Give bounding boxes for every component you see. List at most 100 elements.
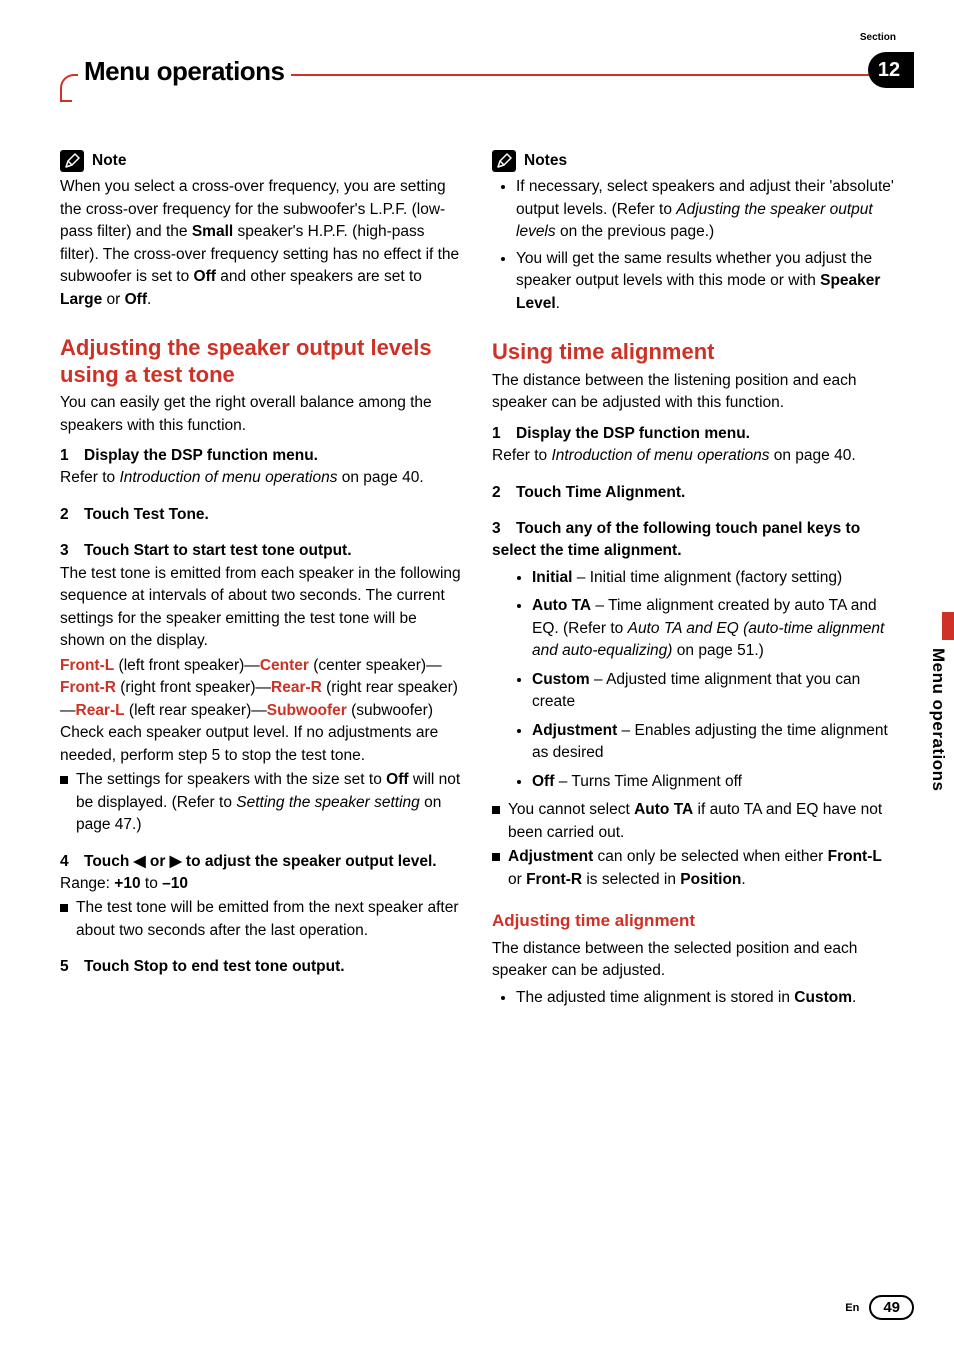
section-number-badge: 12 — [868, 52, 914, 88]
text: – Turns Time Alignment off — [554, 773, 742, 790]
step-title: Display the DSP function menu. — [84, 447, 318, 464]
step-number: 4 — [60, 851, 84, 873]
notes-header: Notes — [492, 150, 894, 172]
section-label: Section — [860, 32, 896, 43]
manual-page: Menu operations Section 12 Note When you… — [0, 0, 954, 1352]
page-header: Menu operations Section 12 — [60, 40, 894, 100]
step-body: The test tone is emitted from each speak… — [60, 563, 462, 653]
list-item: Off – Turns Time Alignment off — [532, 771, 894, 793]
text: to — [141, 875, 163, 892]
note-bullet: Adjustment can only be selected when eit… — [492, 846, 894, 891]
step-2: 2Touch Time Alignment. — [492, 482, 894, 504]
text: . — [147, 291, 151, 308]
left-arrow-icon: ◀ — [134, 853, 146, 870]
step-title: Touch Stop to end test tone output. — [84, 958, 345, 975]
text-bold: –10 — [162, 875, 188, 892]
step-body: Refer to Introduction of menu operations… — [492, 445, 894, 467]
step-number: 3 — [60, 540, 84, 562]
text-italic: Introduction of menu operations — [119, 469, 337, 486]
pencil-icon — [492, 150, 516, 172]
content-columns: Note When you select a cross-over freque… — [60, 150, 894, 1013]
square-bullet-icon — [60, 904, 68, 912]
option-name: Off — [532, 773, 554, 790]
text-bold: Small — [192, 223, 233, 240]
seq-subwoofer: Subwoofer — [267, 702, 347, 719]
step-number: 1 — [60, 445, 84, 467]
text: or — [102, 291, 124, 308]
step-title: Touch Time Alignment. — [516, 484, 685, 501]
seq-front-r: Front-R — [60, 679, 116, 696]
side-tab: Menu operations — [922, 640, 954, 860]
text: (right front speaker)— — [116, 679, 271, 696]
seq-rear-l: Rear-L — [76, 702, 125, 719]
option-name: Initial — [532, 569, 572, 586]
step-title: Touch Test Tone. — [84, 506, 209, 523]
heading-adjusting-output: Adjusting the speaker output levels usin… — [60, 335, 462, 388]
square-bullet-icon — [492, 853, 500, 861]
text: The settings for speakers with the size … — [76, 771, 386, 788]
lang-label: En — [845, 1302, 859, 1314]
step-3: 3Touch Start to start test tone output. … — [60, 540, 462, 836]
text: (left front speaker)— — [114, 657, 260, 674]
list-item: The adjusted time alignment is stored in… — [516, 987, 894, 1009]
list-item: If necessary, select speakers and adjust… — [516, 176, 894, 243]
note-header: Note — [60, 150, 462, 172]
notes-list: If necessary, select speakers and adjust… — [492, 176, 894, 315]
step-1: 1Display the DSP function menu. Refer to… — [492, 423, 894, 468]
tab-accent — [942, 612, 954, 640]
text-italic: Setting the speaker setting — [236, 794, 420, 811]
step-title: Display the DSP function menu. — [516, 425, 750, 442]
heading-time-alignment: Using time alignment — [492, 339, 894, 365]
page-footer: En 49 — [845, 1295, 914, 1320]
text-bold: Position — [680, 871, 741, 888]
right-column: Notes If necessary, select speakers and … — [492, 150, 894, 1013]
step-body-2: Check each speaker output level. If no a… — [60, 722, 462, 767]
list-item: Auto TA – Time alignment created by auto… — [532, 595, 894, 662]
step-number: 5 — [60, 956, 84, 978]
list-item: Initial – Initial time alignment (factor… — [532, 567, 894, 589]
square-bullet-icon — [492, 806, 500, 814]
step-title: Touch Start to start test tone output. — [84, 542, 352, 559]
left-column: Note When you select a cross-over freque… — [60, 150, 462, 1013]
page-number: 49 — [869, 1295, 914, 1320]
option-name: Adjustment — [532, 722, 617, 739]
range-text: Range: +10 to –10 — [60, 873, 462, 895]
square-bullet-icon — [60, 776, 68, 784]
list-item: Adjustment – Enables adjusting the time … — [532, 720, 894, 765]
text-bold: Front-L — [828, 848, 882, 865]
text-bold: Adjustment — [508, 848, 593, 865]
text: You cannot select — [508, 801, 634, 818]
step-title: Touch ◀ or ▶ to adjust the speaker outpu… — [84, 853, 437, 870]
text: is selected in — [582, 871, 680, 888]
note-bullet: The test tone will be emitted from the n… — [60, 897, 462, 942]
bullet-text: The test tone will be emitted from the n… — [76, 897, 462, 942]
step-5: 5Touch Stop to end test tone output. — [60, 956, 462, 978]
text: (left rear speaker)— — [125, 702, 267, 719]
seq-front-l: Front-L — [60, 657, 114, 674]
text-bold: Front-R — [526, 871, 582, 888]
speaker-sequence: Front-L (left front speaker)—Center (cen… — [60, 655, 462, 722]
text: . — [741, 871, 745, 888]
text: or — [146, 853, 170, 870]
text: Refer to — [60, 469, 119, 486]
text-bold: Auto TA — [634, 801, 693, 818]
text: on page 40. — [769, 447, 855, 464]
text: – Initial time alignment (factory settin… — [572, 569, 842, 586]
text: The adjusted time alignment is stored in — [516, 989, 794, 1006]
text: can only be selected when either — [593, 848, 827, 865]
header-title: Menu operations — [78, 56, 291, 87]
text: You will get the same results whether yo… — [516, 250, 872, 289]
text-bold: +10 — [114, 875, 140, 892]
bullet-text: Adjustment can only be selected when eit… — [508, 846, 894, 891]
text: Refer to — [492, 447, 551, 464]
options-list: Initial – Initial time alignment (factor… — [492, 567, 894, 793]
step-title: Touch any of the following touch panel k… — [492, 520, 860, 559]
pencil-icon — [60, 150, 84, 172]
intro-text: You can easily get the right overall bal… — [60, 392, 462, 437]
adj-intro: The distance between the selected positi… — [492, 938, 894, 983]
text: and other speakers are set to — [216, 268, 422, 285]
adj-list: The adjusted time alignment is stored in… — [492, 987, 894, 1009]
text-italic: Introduction of menu operations — [551, 447, 769, 464]
intro-text: The distance between the listening posit… — [492, 370, 894, 415]
note-title: Note — [92, 150, 126, 172]
